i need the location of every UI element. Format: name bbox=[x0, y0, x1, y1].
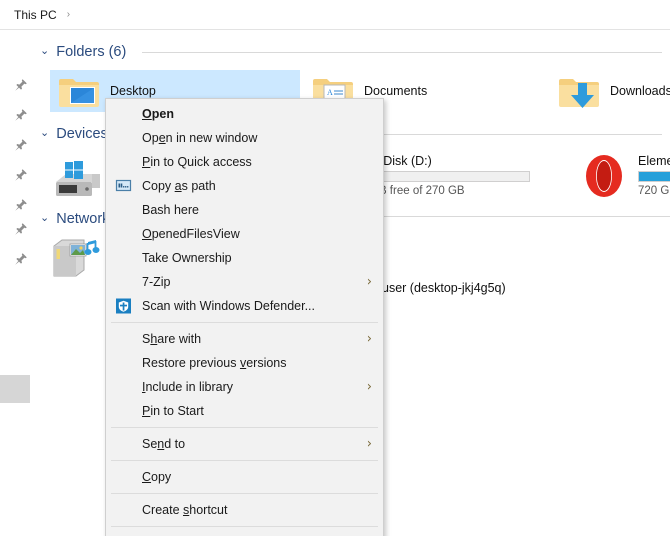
pin-icon[interactable] bbox=[14, 108, 28, 122]
tile-local-disk-d[interactable]: al Disk (D:) GB free of 270 GB bbox=[370, 152, 550, 200]
menu-separator bbox=[111, 460, 378, 461]
menu-separator bbox=[111, 427, 378, 428]
windows-drive-icon bbox=[50, 156, 100, 196]
file-explorer-window: This PC › ⌄ Folders (6) Desktop A Docume… bbox=[0, 0, 670, 536]
menu-item-bash-here[interactable]: Bash here bbox=[106, 198, 383, 222]
folder-desktop-icon bbox=[58, 72, 100, 110]
menu-item-restore-previous-versions[interactable]: Restore previous versions bbox=[106, 351, 383, 375]
menu-label-bash-here: Bash here bbox=[142, 203, 199, 217]
menu-label-restore-previous-versions: Restore previous versions bbox=[142, 356, 287, 370]
menu-item-include-in-library[interactable]: Include in library › bbox=[106, 375, 383, 399]
menu-label-share-with: Share with bbox=[142, 332, 202, 346]
chevron-down-icon[interactable]: ⌄ bbox=[40, 127, 49, 139]
folder-downloads-icon bbox=[558, 72, 600, 110]
chevron-down-icon[interactable]: ⌄ bbox=[40, 212, 49, 224]
devices-row-rule bbox=[384, 216, 670, 217]
menu-item-take-ownership[interactable]: Take Ownership bbox=[106, 246, 383, 270]
group-header-devices[interactable]: ⌄ Devices bbox=[40, 126, 108, 142]
menu-label-open: Open bbox=[142, 107, 174, 121]
menu-item-pin-to-start[interactable]: Pin to Start bbox=[106, 399, 383, 423]
breadcrumb-bar[interactable]: This PC › bbox=[0, 0, 670, 30]
windows-defender-icon bbox=[115, 298, 132, 315]
pin-icon[interactable] bbox=[14, 138, 28, 152]
menu-label-copy-as-path: Copy as path bbox=[142, 179, 216, 193]
menu-item-share-with[interactable]: Share with › bbox=[106, 327, 383, 351]
menu-label-pin-to-start: Pin to Start bbox=[142, 404, 204, 418]
menu-item-openedfilesview[interactable]: OpenedFilesView bbox=[106, 222, 383, 246]
group-header-folders[interactable]: ⌄ Folders (6) bbox=[40, 44, 126, 60]
context-menu[interactable]: Open Open in new window Pin to Quick acc… bbox=[105, 98, 384, 536]
menu-item-copy[interactable]: Copy bbox=[106, 465, 383, 489]
group-rule bbox=[384, 134, 662, 135]
menu-label-openedfilesview: OpenedFilesView bbox=[142, 227, 240, 241]
menu-item-pin-to-quick-access[interactable]: Pin to Quick access bbox=[106, 150, 383, 174]
group-label-devices: Devices bbox=[56, 126, 108, 142]
pin-icon[interactable] bbox=[14, 198, 28, 212]
chevron-down-icon[interactable]: ⌄ bbox=[40, 45, 49, 57]
menu-label-7-zip: 7-Zip bbox=[142, 275, 171, 289]
pin-icon[interactable] bbox=[14, 78, 28, 92]
submenu-arrow-icon[interactable]: › bbox=[367, 276, 372, 289]
menu-label-scan-with-windows-defender: Scan with Windows Defender... bbox=[142, 299, 315, 313]
tile-network-user[interactable]: user (desktop-jkj4g5q) bbox=[382, 278, 602, 298]
tile-label-network-user: user (desktop-jkj4g5q) bbox=[382, 281, 506, 295]
tile-elements-drive[interactable]: Elements ( 720 GB free bbox=[580, 152, 670, 200]
pin-gutter bbox=[0, 30, 38, 536]
submenu-arrow-icon[interactable]: › bbox=[367, 333, 372, 346]
menu-item-scan-with-windows-defender[interactable]: Scan with Windows Defender... bbox=[106, 294, 383, 318]
menu-label-pin-to-quick-access: Pin to Quick access bbox=[142, 155, 252, 169]
tile-info-local-disk: al Disk (D:) GB free of 270 GB bbox=[370, 154, 530, 198]
menu-separator bbox=[111, 526, 378, 527]
menu-item-create-shortcut[interactable]: Create shortcut bbox=[106, 498, 383, 522]
menu-item-open-in-new-window[interactable]: Open in new window bbox=[106, 126, 383, 150]
menu-label-copy: Copy bbox=[142, 470, 172, 484]
tile-downloads[interactable]: Downloads bbox=[558, 70, 670, 112]
group-header-network[interactable]: ⌄ Network bbox=[40, 211, 109, 227]
menu-separator bbox=[111, 322, 378, 323]
tile-info-elements: Elements ( 720 GB free bbox=[638, 154, 670, 198]
pin-icon[interactable] bbox=[14, 168, 28, 182]
capacity-bar-elements bbox=[638, 171, 670, 182]
menu-label-take-ownership: Take Ownership bbox=[142, 251, 232, 265]
menu-item-open[interactable]: Open bbox=[106, 102, 383, 126]
media-server-icon bbox=[48, 232, 106, 282]
capacity-caption-local-disk: GB free of 270 GB bbox=[370, 185, 465, 197]
menu-separator bbox=[111, 493, 378, 494]
capacity-bar-fill bbox=[639, 172, 670, 181]
breadcrumb-chevron-icon[interactable]: › bbox=[67, 9, 70, 20]
tile-label-elements: Elements ( bbox=[638, 154, 670, 168]
tile-label-desktop: Desktop bbox=[110, 84, 156, 98]
group-rule bbox=[142, 52, 662, 53]
menu-label-send-to: Send to bbox=[142, 437, 186, 451]
copy-as-path-icon bbox=[115, 178, 132, 195]
submenu-arrow-icon[interactable]: › bbox=[367, 438, 372, 451]
group-label-folders: Folders (6) bbox=[56, 44, 127, 60]
menu-label-open-in-new-window: Open in new window bbox=[142, 131, 258, 145]
menu-item-copy-as-path[interactable]: Copy as path bbox=[106, 174, 383, 198]
tile-label-documents: Documents bbox=[364, 84, 428, 98]
opera-drive-icon bbox=[580, 152, 628, 200]
tile-windows-drive[interactable] bbox=[50, 150, 110, 200]
submenu-arrow-icon[interactable]: › bbox=[367, 381, 372, 394]
tile-label-downloads: Downloads bbox=[610, 84, 670, 98]
menu-label-include-in-library: Include in library bbox=[142, 380, 234, 394]
capacity-bar-local-disk bbox=[370, 171, 530, 182]
group-label-network: Network bbox=[56, 211, 110, 227]
vertical-scrollbar-thumb[interactable] bbox=[0, 375, 30, 403]
pin-icon[interactable] bbox=[14, 222, 28, 236]
breadcrumb-this-pc[interactable]: This PC bbox=[14, 8, 57, 22]
menu-item-7-zip[interactable]: 7-Zip › bbox=[106, 270, 383, 294]
menu-item-properties[interactable]: Properties bbox=[106, 531, 383, 536]
svg-text:A: A bbox=[327, 88, 333, 97]
tile-label-local-disk-d: al Disk (D:) bbox=[370, 154, 432, 168]
capacity-caption-elements: 720 GB free bbox=[638, 185, 670, 197]
menu-label-create-shortcut: Create shortcut bbox=[142, 503, 228, 517]
pin-icon[interactable] bbox=[14, 252, 28, 266]
menu-item-send-to[interactable]: Send to › bbox=[106, 432, 383, 456]
tile-network-device-icon-holder[interactable] bbox=[48, 232, 108, 282]
